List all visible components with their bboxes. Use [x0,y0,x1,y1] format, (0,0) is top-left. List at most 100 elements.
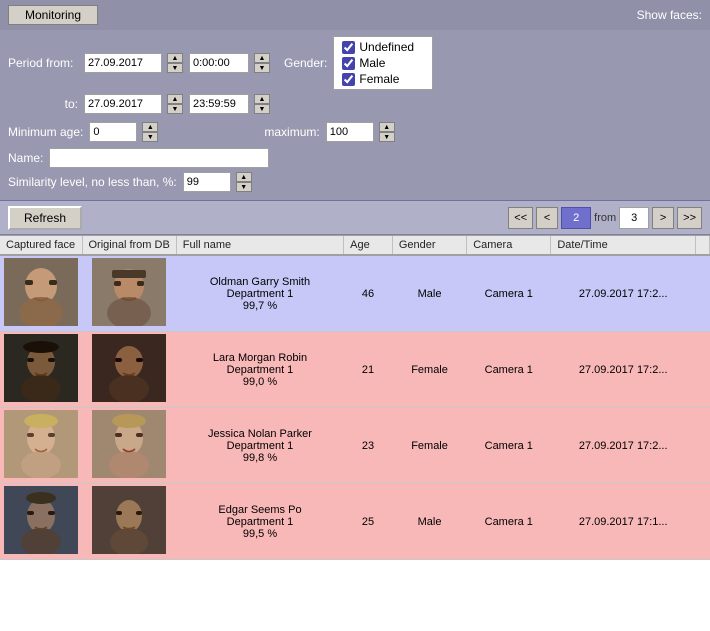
nav-first-button[interactable]: << [508,207,533,229]
date-to-up[interactable]: ▲ [167,94,183,104]
age-cell: 23 [344,408,393,484]
time-from-input[interactable] [189,53,249,73]
similarity-spinner[interactable]: ▲ ▼ [236,172,252,192]
similarity-up[interactable]: ▲ [236,172,252,182]
date-to-down[interactable]: ▼ [167,104,183,114]
gender-male[interactable]: Male [342,56,424,70]
results-table-container: Captured face Original from DB Full name… [0,235,710,631]
captured-face-image [4,258,78,326]
refresh-button[interactable]: Refresh [8,206,82,230]
gender-female-check[interactable] [342,73,355,86]
total-pages-input[interactable] [619,207,649,229]
captured-face-image [4,486,78,554]
gender-male-label: Male [359,56,385,70]
captured-face-cell [0,484,82,560]
table-row: Oldman Garry SmithDepartment 199,7 % 46 … [0,255,710,332]
to-row: to: ▲ ▼ ▲ ▼ [8,94,702,114]
gender-cell: Female [392,408,466,484]
datetime-cell: 27.09.2017 17:2... [551,255,696,332]
min-age-spinner[interactable]: ▲ ▼ [142,122,158,142]
period-from-label: Period from: [8,56,78,70]
show-faces-label: Show faces: [637,8,702,22]
camera-cell: Camera 1 [467,332,551,408]
date-to-spinner[interactable]: ▲ ▼ [167,94,183,114]
gender-female[interactable]: Female [342,72,424,86]
nav-next-button[interactable]: > [652,207,674,229]
col-datetime: Date/Time [551,236,696,255]
nav-prev-button[interactable]: < [536,207,558,229]
table-row: Jessica Nolan ParkerDepartment 199,8 % 2… [0,408,710,484]
name-input[interactable] [49,148,269,168]
db-face-cell [82,255,176,332]
time-from-spinner[interactable]: ▲ ▼ [254,53,270,73]
gender-cell: Female [392,332,466,408]
gender-female-label: Female [359,72,399,86]
col-camera: Camera [467,236,551,255]
col-gender: Gender [392,236,466,255]
nav-last-button[interactable]: >> [677,207,702,229]
period-row: Period from: ▲ ▼ ▲ ▼ Gender: Undefined M… [8,36,702,90]
min-age-up[interactable]: ▲ [142,122,158,132]
max-age-down[interactable]: ▼ [379,132,395,142]
gender-male-check[interactable] [342,57,355,70]
db-face-cell [82,484,176,560]
age-row: Minimum age: ▲ ▼ maximum: ▲ ▼ [8,118,702,146]
similarity-down[interactable]: ▼ [236,182,252,192]
gender-label: Gender: [284,56,327,70]
gender-undefined-label: Undefined [359,40,414,54]
results-table: Captured face Original from DB Full name… [0,236,710,560]
datetime-cell: 27.09.2017 17:1... [551,484,696,560]
date-from-down[interactable]: ▼ [167,63,183,73]
current-page-input[interactable] [561,207,591,229]
camera-cell: Camera 1 [467,255,551,332]
max-age-input[interactable] [326,122,374,142]
captured-face-cell [0,255,82,332]
top-bar: Monitoring Show faces: [0,0,710,30]
gender-undefined-check[interactable] [342,41,355,54]
gender-undefined[interactable]: Undefined [342,40,424,54]
pagination: << < from > >> [508,207,702,229]
db-face-image [92,334,166,402]
date-from-input[interactable] [84,53,162,73]
fullname-cell: Lara Morgan RobinDepartment 199,0 % [176,332,343,408]
age-cell: 21 [344,332,393,408]
age-cell: 25 [344,484,393,560]
db-face-cell [82,332,176,408]
similarity-row: Similarity level, no less than, %: ▲ ▼ [8,170,702,194]
max-age-up[interactable]: ▲ [379,122,395,132]
date-to-input[interactable] [84,94,162,114]
min-age-down[interactable]: ▼ [142,132,158,142]
similarity-input[interactable] [183,172,231,192]
time-from-up[interactable]: ▲ [254,53,270,63]
max-age-spinner[interactable]: ▲ ▼ [379,122,395,142]
action-bar: Refresh << < from > >> [0,201,710,235]
gender-cell: Male [392,484,466,560]
time-from-down[interactable]: ▼ [254,63,270,73]
scroll-cell [696,408,710,484]
table-row: Edgar Seems PoDepartment 199,5 % 25 Male… [0,484,710,560]
col-scroll [696,236,710,255]
date-from-up[interactable]: ▲ [167,53,183,63]
scroll-cell [696,255,710,332]
col-age: Age [344,236,393,255]
name-row: Name: [8,146,702,170]
datetime-cell: 27.09.2017 17:2... [551,332,696,408]
table-header-row: Captured face Original from DB Full name… [0,236,710,255]
time-to-down[interactable]: ▼ [254,104,270,114]
camera-cell: Camera 1 [467,484,551,560]
time-to-up[interactable]: ▲ [254,94,270,104]
col-original-db: Original from DB [82,236,176,255]
from-label: from [594,212,616,224]
gender-box: Undefined Male Female [333,36,433,90]
time-to-spinner[interactable]: ▲ ▼ [254,94,270,114]
min-age-input[interactable] [89,122,137,142]
table-row: Lara Morgan RobinDepartment 199,0 % 21 F… [0,332,710,408]
time-to-input[interactable] [189,94,249,114]
date-from-spinner[interactable]: ▲ ▼ [167,53,183,73]
fullname-cell: Jessica Nolan ParkerDepartment 199,8 % [176,408,343,484]
scroll-cell [696,332,710,408]
app-title: Monitoring [8,5,98,25]
age-cell: 46 [344,255,393,332]
col-captured-face: Captured face [0,236,82,255]
name-label: Name: [8,151,43,165]
